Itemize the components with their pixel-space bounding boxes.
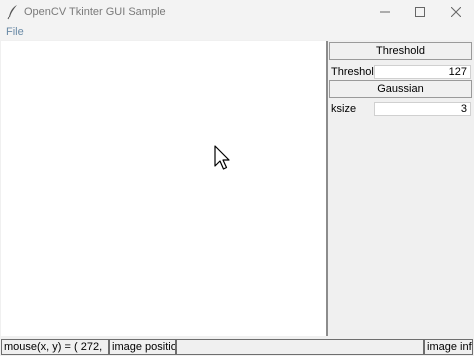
mouse-cursor-icon (214, 145, 230, 170)
threshold-button[interactable]: Threshold (329, 42, 472, 60)
status-bar: mouse(x, y) = ( 272, 135) image position… (0, 338, 474, 356)
control-panel: Threshold Threshold 127 Gaussian ksize 3 (328, 41, 474, 336)
threshold-input[interactable]: 127 (374, 65, 471, 79)
menu-file[interactable]: File (6, 26, 24, 38)
maximize-icon (415, 7, 425, 17)
gaussian-button[interactable]: Gaussian (329, 80, 472, 98)
threshold-label: Threshold (331, 66, 380, 78)
title-bar: OpenCV Tkinter GUI Sample (0, 0, 474, 24)
image-canvas[interactable] (1, 41, 328, 336)
menu-bar: File (0, 24, 474, 40)
minimize-icon (380, 11, 390, 13)
close-icon (451, 7, 461, 17)
status-image-position: image position (109, 339, 176, 355)
window-title: OpenCV Tkinter GUI Sample (24, 6, 166, 18)
feather-icon (7, 5, 17, 20)
close-button[interactable] (438, 0, 474, 24)
status-mouse: mouse(x, y) = ( 272, 135) (1, 339, 109, 355)
minimize-button[interactable] (367, 0, 403, 24)
status-image-info: image info (424, 339, 473, 355)
ksize-label: ksize (331, 103, 357, 115)
status-middle (176, 339, 424, 355)
maximize-button[interactable] (402, 0, 438, 24)
ksize-input[interactable]: 3 (374, 102, 471, 116)
